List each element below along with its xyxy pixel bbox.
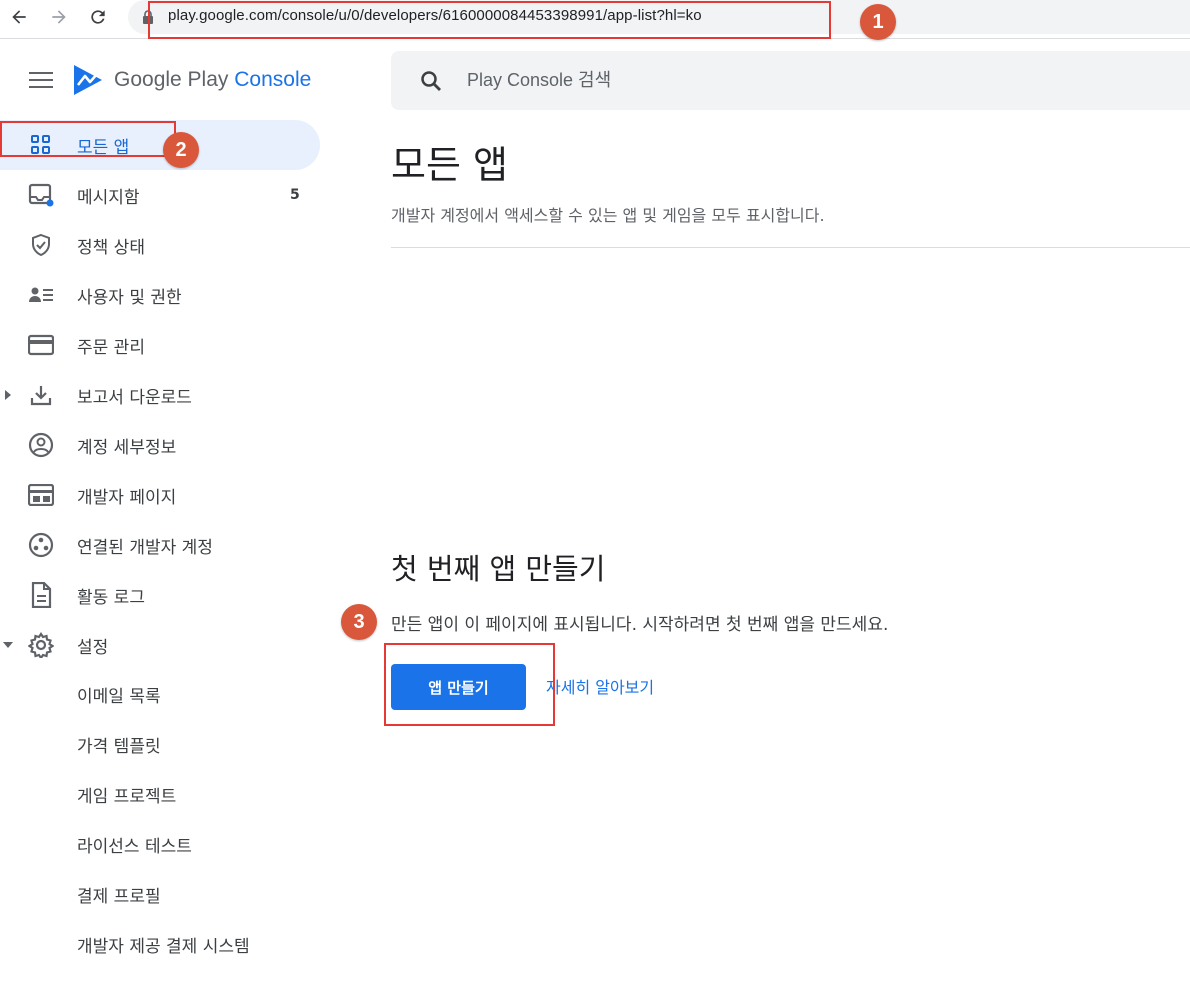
shield-check-icon — [28, 232, 54, 258]
search-input[interactable] — [467, 51, 1167, 110]
sidebar-item-account-details[interactable]: 계정 세부정보 — [0, 420, 322, 470]
gear-icon — [28, 632, 54, 658]
annotation-badge-1: 1 — [860, 4, 896, 40]
empty-state-title: 첫 번째 앱 만들기 — [391, 552, 606, 586]
annotation-badge-2: 2 — [163, 132, 199, 168]
sidebar-item-label: 개발자 페이지 — [77, 487, 177, 508]
url-annotation-box — [148, 1, 831, 39]
sidebar-item-label: 사용자 및 권한 — [77, 287, 182, 308]
learn-more-link[interactable]: 자세히 알아보기 — [546, 674, 654, 698]
sidebar-item-developer-page[interactable]: 개발자 페이지 — [0, 470, 322, 520]
sidebar-item-label: 연결된 개발자 계정 — [77, 537, 213, 558]
menu-icon[interactable] — [29, 70, 53, 90]
account-circle-icon — [28, 432, 54, 458]
settings-subitem-game-projects[interactable]: 게임 프로젝트 — [77, 782, 176, 807]
sidebar-item-label: 계정 세부정보 — [77, 437, 177, 458]
sidebar-item-policy-status[interactable]: 정책 상태 — [0, 220, 322, 270]
sidebar-item-label: 정책 상태 — [77, 237, 145, 258]
back-button[interactable] — [4, 4, 34, 30]
document-icon — [28, 582, 54, 608]
users-list-icon — [28, 282, 54, 308]
sidebar-annotation-box — [0, 121, 176, 157]
web-page-icon — [28, 482, 54, 508]
sidebar-item-inbox[interactable]: 메시지함 5 — [0, 170, 322, 220]
arrow-left-icon — [12, 10, 26, 24]
settings-subitem-payments-profile[interactable]: 결제 프로필 — [77, 882, 161, 907]
reload-button[interactable] — [83, 4, 113, 30]
reload-icon — [91, 10, 105, 24]
search-bar — [391, 51, 1190, 110]
sidebar-item-label: 주문 관리 — [77, 337, 145, 358]
linked-accounts-icon — [28, 532, 54, 558]
page-title: 모든 앱 — [391, 143, 508, 187]
collapse-arrow-icon[interactable] — [3, 640, 13, 650]
download-icon — [28, 382, 54, 408]
sidebar-item-download-reports[interactable]: 보고서 다운로드 — [0, 370, 322, 420]
page-subtitle: 개발자 계정에서 액세스할 수 있는 앱 및 게임을 모두 표시합니다. — [391, 206, 825, 225]
logo-text: Google Play Console — [114, 68, 312, 91]
inbox-icon — [28, 182, 54, 208]
sidebar-item-label: 설정 — [77, 637, 109, 658]
forward-button[interactable] — [44, 4, 74, 30]
sidebar-item-users-permissions[interactable]: 사용자 및 권한 — [0, 270, 322, 320]
inbox-count-badge: 5 — [290, 187, 300, 203]
empty-state-text: 만든 앱이 이 페이지에 표시됩니다. 시작하려면 첫 번째 앱을 만드세요. — [391, 615, 889, 635]
credit-card-icon — [28, 332, 54, 358]
expand-arrow-icon[interactable] — [3, 390, 13, 400]
search-icon[interactable] — [419, 69, 443, 93]
sidebar-item-linked-developer-accounts[interactable]: 연결된 개발자 계정 — [0, 520, 322, 570]
sidebar-item-label: 보고서 다운로드 — [77, 387, 192, 408]
settings-subitem-developer-billing[interactable]: 개발자 제공 결제 시스템 — [77, 932, 250, 957]
play-console-logo-icon — [74, 65, 102, 95]
sidebar-item-activity-log[interactable]: 활동 로그 — [0, 570, 322, 620]
play-console-logo[interactable]: Google Play Console — [72, 62, 322, 98]
sidebar-item-settings[interactable]: 설정 — [0, 620, 322, 670]
sidebar-item-label: 활동 로그 — [77, 587, 145, 608]
annotation-badge-3: 3 — [341, 604, 377, 640]
create-button-annotation-box — [384, 643, 555, 726]
settings-subitem-email-lists[interactable]: 이메일 목록 — [77, 682, 161, 707]
sidebar-item-label: 메시지함 — [77, 187, 140, 208]
sidebar-item-order-management[interactable]: 주문 관리 — [0, 320, 322, 370]
settings-subitem-license-testing[interactable]: 라이선스 테스트 — [77, 832, 192, 857]
arrow-right-icon — [52, 10, 66, 24]
settings-subitem-pricing-templates[interactable]: 가격 템플릿 — [77, 732, 161, 757]
header-divider — [391, 247, 1190, 248]
